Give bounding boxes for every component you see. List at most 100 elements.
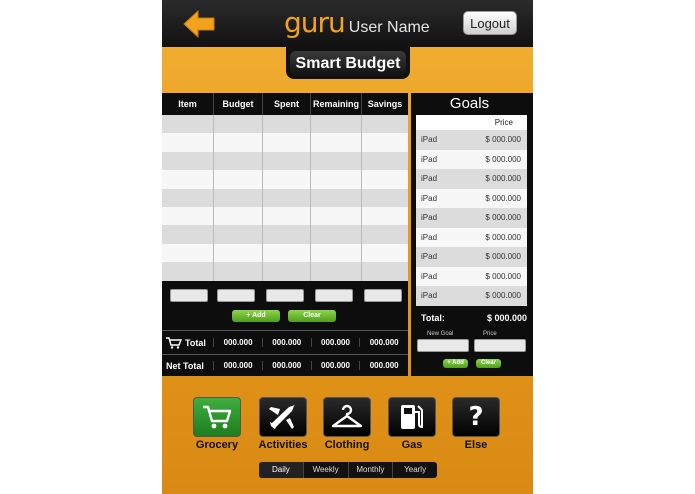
- table-cell[interactable]: [162, 151, 214, 171]
- divider: [162, 330, 408, 331]
- table-cell[interactable]: [362, 225, 408, 244]
- goals-title: Goals: [449, 95, 490, 112]
- table-cell[interactable]: [263, 151, 311, 171]
- budget-input[interactable]: [217, 289, 255, 302]
- table-cell[interactable]: [311, 225, 362, 244]
- table-row[interactable]: [162, 243, 408, 263]
- table-cell[interactable]: [263, 170, 311, 189]
- table-cell[interactable]: [362, 115, 408, 134]
- category-tile[interactable]: [259, 397, 307, 437]
- table-row[interactable]: [162, 151, 408, 171]
- period-yearly[interactable]: Yearly: [393, 462, 437, 478]
- goal-row[interactable]: iPad $ 000.000: [416, 266, 527, 286]
- table-cell[interactable]: [263, 188, 311, 207]
- table-cell[interactable]: [263, 262, 311, 281]
- table-row[interactable]: [162, 262, 408, 281]
- category-else[interactable]: ? Else: [452, 397, 500, 451]
- table-cell[interactable]: [214, 115, 263, 134]
- category-activities[interactable]: Activities: [259, 397, 307, 451]
- table-cell[interactable]: [162, 225, 214, 244]
- table-cell[interactable]: [362, 170, 408, 189]
- goal-row[interactable]: iPad $ 000.000: [416, 208, 527, 228]
- table-cell[interactable]: [263, 225, 311, 244]
- new-goal-input[interactable]: [417, 339, 469, 352]
- table-cell[interactable]: [214, 243, 263, 263]
- table-cell[interactable]: [311, 243, 362, 263]
- period-weekly[interactable]: Weekly: [304, 462, 349, 478]
- table-cell[interactable]: [311, 206, 362, 226]
- category-tile[interactable]: [323, 397, 371, 437]
- category-tile[interactable]: [193, 397, 241, 437]
- table-cell[interactable]: [162, 133, 214, 152]
- table-cell[interactable]: [162, 188, 214, 207]
- clear-goal-button[interactable]: Clear: [476, 359, 501, 368]
- table-cell[interactable]: [263, 243, 311, 263]
- table-cell[interactable]: [214, 170, 263, 189]
- table-cell[interactable]: [162, 262, 214, 281]
- table-cell[interactable]: [214, 151, 263, 171]
- clear-budget-button[interactable]: Clear: [288, 310, 336, 322]
- item-input[interactable]: [170, 289, 208, 302]
- period-daily[interactable]: Daily: [259, 462, 304, 478]
- table-row[interactable]: [162, 115, 408, 134]
- table-row[interactable]: [162, 170, 408, 189]
- table-cell[interactable]: [311, 115, 362, 134]
- table-cell[interactable]: [214, 188, 263, 207]
- guru-logo: guru: [284, 6, 346, 39]
- goals-price-header: Price: [416, 115, 527, 130]
- table-cell[interactable]: [311, 133, 362, 152]
- category-label: Grocery: [195, 439, 239, 451]
- remaining-input[interactable]: [315, 289, 353, 302]
- category-clothing[interactable]: Clothing: [323, 397, 371, 451]
- spent-input[interactable]: [266, 289, 304, 302]
- table-cell[interactable]: [311, 170, 362, 189]
- table-cell[interactable]: [362, 206, 408, 226]
- gas-pump-icon: [401, 405, 423, 429]
- table-cell[interactable]: [162, 243, 214, 263]
- back-arrow-icon[interactable]: [182, 10, 216, 38]
- table-row[interactable]: [162, 225, 408, 244]
- goal-row[interactable]: iPad $ 000.000: [416, 227, 527, 247]
- goal-row[interactable]: iPad $ 000.000: [416, 247, 527, 267]
- table-cell[interactable]: [162, 115, 214, 134]
- table-cell[interactable]: [362, 151, 408, 171]
- goal-row[interactable]: iPad $ 000.000: [416, 169, 527, 189]
- table-cell[interactable]: [263, 133, 311, 152]
- logout-button[interactable]: Logout: [463, 11, 517, 35]
- table-cell[interactable]: [263, 115, 311, 134]
- table-cell[interactable]: [362, 133, 408, 152]
- table-cell[interactable]: [162, 206, 214, 226]
- table-row[interactable]: [162, 188, 408, 207]
- goal-row[interactable]: iPad $ 000.000: [416, 149, 527, 169]
- add-goal-button[interactable]: + Add: [443, 359, 468, 368]
- add-budget-button[interactable]: + Add: [232, 310, 280, 322]
- table-cell[interactable]: [311, 188, 362, 207]
- savings-input[interactable]: [364, 289, 402, 302]
- table-cell[interactable]: [162, 170, 214, 189]
- table-row[interactable]: [162, 133, 408, 152]
- table-cell[interactable]: [214, 206, 263, 226]
- cart-icon: [203, 405, 232, 429]
- period-monthly[interactable]: Monthly: [349, 462, 394, 478]
- table-cell[interactable]: [214, 225, 263, 244]
- category-tile[interactable]: ?: [452, 397, 500, 437]
- new-goal-price-input[interactable]: [474, 339, 526, 352]
- category-tile[interactable]: [388, 397, 436, 437]
- goals-rows: iPad $ 000.000 iPad $ 000.000 iPad $ 000.000 i…: [416, 130, 527, 306]
- category-gas[interactable]: Gas: [388, 397, 436, 451]
- table-cell[interactable]: [311, 151, 362, 171]
- net-total-budget-value: 000.000: [213, 361, 262, 370]
- table-cell[interactable]: [362, 243, 408, 263]
- goal-row[interactable]: iPad $ 000.000: [416, 130, 527, 150]
- table-cell[interactable]: [214, 133, 263, 152]
- table-cell[interactable]: [214, 262, 263, 281]
- table-cell[interactable]: [362, 188, 408, 207]
- category-grocery[interactable]: Grocery: [193, 397, 241, 451]
- category-label: Clothing: [324, 439, 370, 451]
- table-row[interactable]: [162, 206, 408, 226]
- goal-row[interactable]: iPad $ 000.000: [416, 286, 527, 306]
- goal-row[interactable]: iPad $ 000.000: [416, 188, 527, 208]
- table-cell[interactable]: [311, 262, 362, 281]
- table-cell[interactable]: [263, 206, 311, 226]
- table-cell[interactable]: [362, 262, 408, 281]
